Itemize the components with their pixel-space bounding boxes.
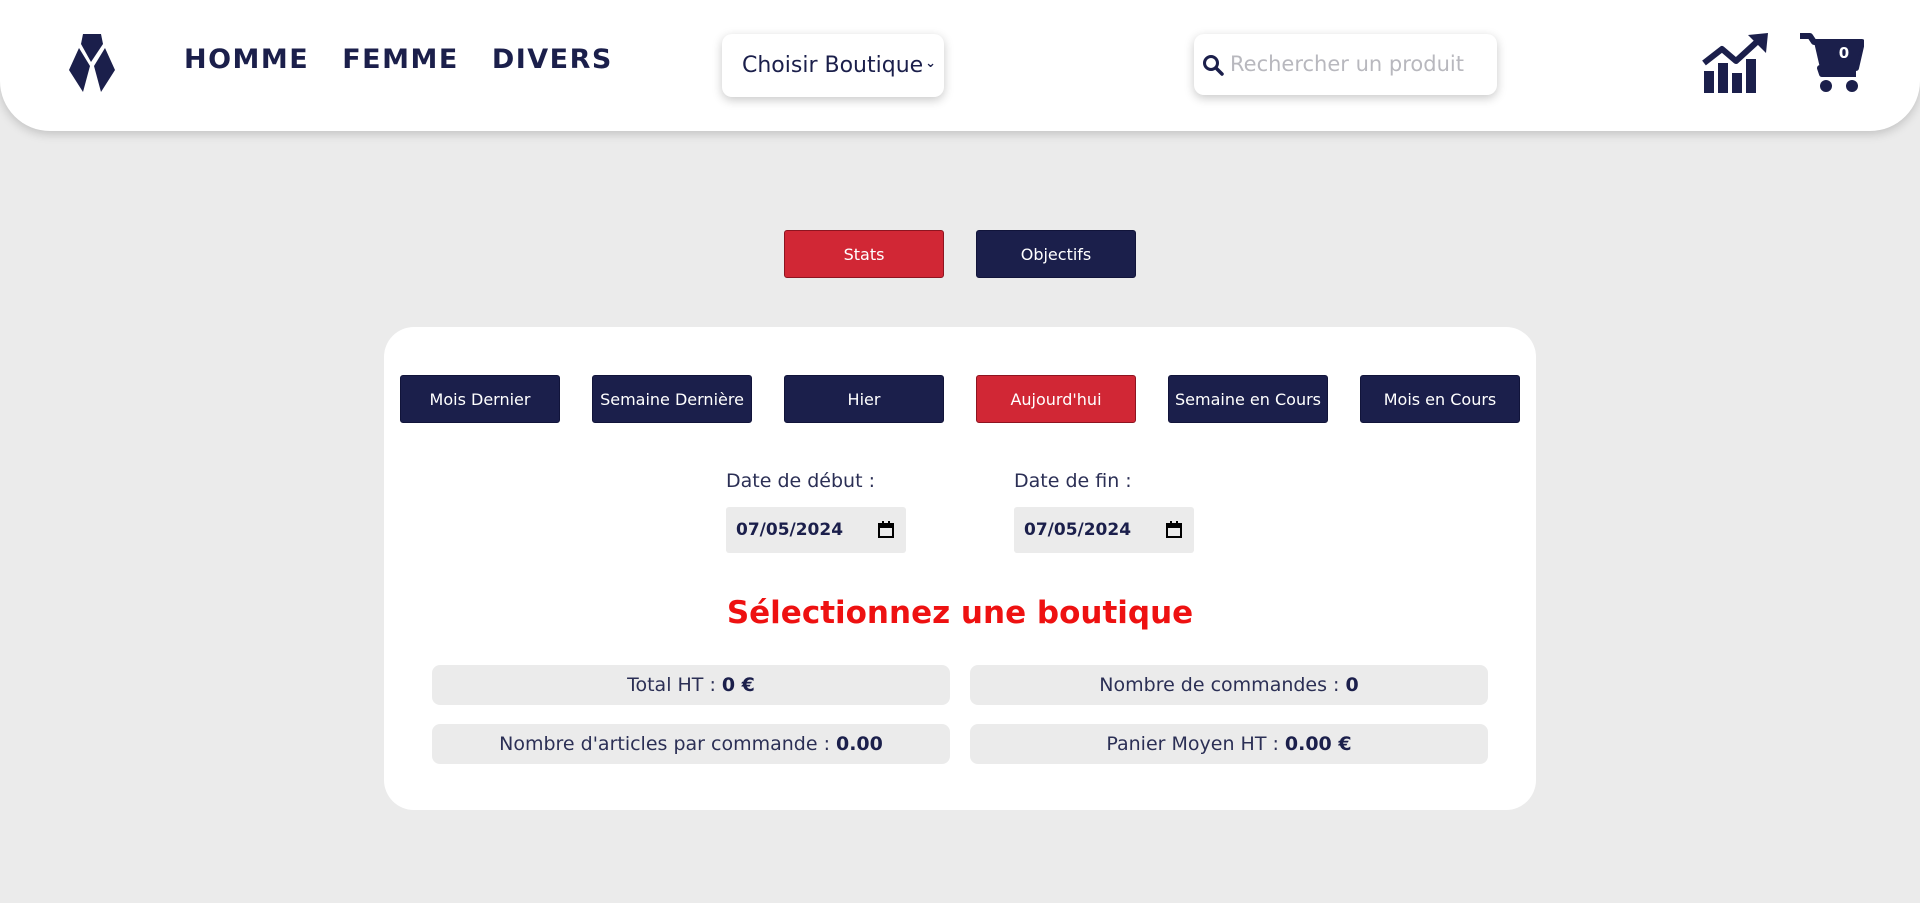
kpi-panier-moyen: Panier Moyen HT : 0.00 € [970,724,1488,764]
search-input[interactable] [1230,46,1485,82]
period-mois-en-cours-button[interactable]: Mois en Cours [1360,375,1520,423]
logo-icon[interactable] [69,34,115,92]
chevron-down-icon: ⌄ [925,56,936,71]
start-date-value: 07/05/2024 [736,520,844,540]
period-aujourdhui-button[interactable]: Aujourd'hui [976,375,1136,423]
period-filter-row: Mois Dernier Semaine Dernière Hier Aujou… [400,375,1520,423]
period-mois-dernier-button[interactable]: Mois Dernier [400,375,560,423]
shop-select[interactable]: Choisir Boutique ⌄ [722,34,944,97]
nav-homme[interactable]: HOMME [184,44,309,75]
kpi-label: Nombre de commandes : [1099,674,1340,696]
kpi-value: 0 [1345,674,1359,696]
main-nav: HOMME FEMME DIVERS [184,44,613,75]
kpi-label: Nombre d'articles par commande : [499,733,830,755]
kpi-nombre-commandes: Nombre de commandes : 0 [970,665,1488,705]
kpi-value: 0.00 € [1284,733,1352,755]
search-box [1194,34,1497,95]
period-hier-button[interactable]: Hier [784,375,944,423]
stats-chart-icon[interactable] [1702,33,1768,93]
kpi-label: Total HT : [627,674,716,696]
period-semaine-en-cours-button[interactable]: Semaine en Cours [1168,375,1328,423]
end-date-label: Date de fin : [1014,470,1132,492]
cart-icon[interactable] [1800,32,1864,94]
kpi-total-ht: Total HT : 0 € [432,665,950,705]
stats-card: Mois Dernier Semaine Dernière Hier Aujou… [384,327,1536,810]
end-date-value: 07/05/2024 [1024,520,1132,540]
start-date-input[interactable]: 07/05/2024 [726,507,906,553]
kpi-articles-par-commande: Nombre d'articles par commande : 0.00 [432,724,950,764]
start-date-label: Date de début : [726,470,875,492]
calendar-icon[interactable] [1166,521,1182,538]
cart-count-badge: 0 [1838,44,1850,62]
tab-objectifs[interactable]: Objectifs [976,230,1136,278]
select-shop-warning: Sélectionnez une boutique [726,595,1194,631]
tab-stats[interactable]: Stats [784,230,944,278]
nav-divers[interactable]: DIVERS [492,44,613,75]
end-date-input[interactable]: 07/05/2024 [1014,507,1194,553]
search-icon [1203,55,1224,76]
calendar-icon[interactable] [878,521,894,538]
shop-select-value: Choisir Boutique [742,53,924,78]
kpi-value: 0.00 [835,733,883,755]
nav-femme[interactable]: FEMME [342,44,459,75]
kpi-label: Panier Moyen HT : [1106,733,1279,755]
period-semaine-derniere-button[interactable]: Semaine Dernière [592,375,752,423]
site-header: HOMME FEMME DIVERS Choisir Boutique ⌄ 0 [0,0,1920,131]
kpi-value: 0 € [721,674,755,696]
